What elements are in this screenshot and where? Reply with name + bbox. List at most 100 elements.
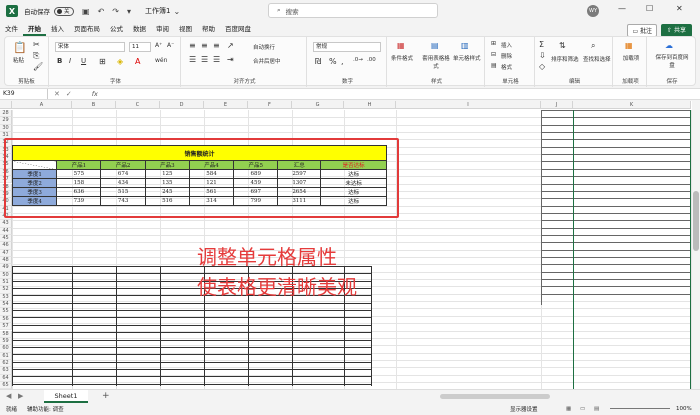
row-header[interactable]: 44 [0, 227, 12, 235]
accessibility-status[interactable]: 辅助功能: 调查 [27, 405, 64, 413]
phonetic-icon[interactable]: wén [155, 57, 167, 64]
avatar[interactable]: WY [587, 5, 599, 17]
page-layout-view-icon[interactable]: ▭ [580, 406, 585, 412]
horizontal-scrollbar[interactable] [440, 394, 550, 399]
row-header[interactable]: 50 [0, 271, 12, 280]
menu-help[interactable]: 帮助 [197, 22, 220, 36]
menu-view[interactable]: 视图 [174, 22, 197, 36]
row-header[interactable]: 53 [0, 293, 12, 302]
close-icon[interactable]: ✕ [676, 4, 683, 13]
row-header[interactable]: 30 [0, 124, 12, 133]
column-header[interactable]: G [292, 101, 344, 109]
font-name-select[interactable]: 宋体 [55, 42, 125, 52]
row-header[interactable]: 58 [0, 330, 12, 338]
baidu-cloud-icon[interactable]: ☁ [665, 41, 673, 50]
font-size-select[interactable]: 11 [129, 42, 151, 52]
wrap-text-button[interactable]: 自动换行 [253, 43, 275, 51]
title-chevron-icon[interactable]: ⌄ [173, 7, 180, 16]
vertical-scrollbar[interactable] [692, 101, 700, 389]
row-header[interactable]: 48 [0, 257, 12, 265]
row-header[interactable]: 63 [0, 367, 12, 375]
customize-quick-access-icon[interactable]: ▾ [127, 7, 131, 16]
align-right-icon[interactable]: ☰ [213, 55, 220, 64]
delete-cells-icon[interactable]: ⊟ [491, 51, 496, 58]
bold-button[interactable]: B [57, 57, 62, 65]
display-settings[interactable]: 显示器设置 [510, 405, 538, 413]
copy-icon[interactable]: ⎘ [33, 51, 39, 61]
row-header[interactable]: 60 [0, 345, 12, 353]
column-header[interactable]: F [248, 101, 292, 109]
format-as-table-button[interactable]: 套用表格格式 [421, 54, 451, 70]
sort-filter-icon[interactable]: ⇅ [559, 41, 566, 50]
align-center-icon[interactable]: ☰ [201, 55, 208, 64]
row-header[interactable]: 46 [0, 242, 12, 250]
decrease-decimal-icon[interactable]: .00 [367, 57, 376, 63]
row-header[interactable]: 47 [0, 249, 12, 257]
conditional-format-button[interactable]: 条件格式 [391, 54, 413, 62]
delete-cells-button[interactable]: 删除 [501, 52, 512, 60]
clear-icon[interactable]: ◇ [539, 62, 545, 71]
align-left-icon[interactable]: ☰ [189, 55, 196, 64]
align-middle-icon[interactable]: ≡ [201, 41, 208, 50]
minimize-icon[interactable]: — [618, 4, 626, 13]
name-box[interactable]: K39 [0, 89, 48, 99]
column-header[interactable]: J [541, 101, 573, 109]
undo-icon[interactable]: ↶ [98, 7, 105, 16]
paste-icon[interactable]: 📋 [13, 41, 27, 54]
cut-icon[interactable]: ✂ [33, 40, 40, 49]
column-header[interactable]: B [72, 101, 116, 109]
sort-filter-button[interactable]: 排序和筛选 [551, 55, 579, 63]
merge-center-button[interactable]: 合并后居中 [253, 57, 281, 65]
underline-button[interactable]: U [81, 57, 86, 65]
enter-icon[interactable]: ✓ [66, 90, 72, 98]
column-header[interactable]: H [344, 101, 396, 109]
border-icon[interactable]: ⊞ [99, 57, 106, 66]
formula-input[interactable] [104, 89, 700, 99]
maximize-icon[interactable]: ☐ [646, 4, 653, 13]
menu-page-layout[interactable]: 页面布局 [69, 22, 105, 36]
find-select-icon[interactable]: ⌕ [591, 41, 595, 51]
column-header[interactable]: E [204, 101, 248, 109]
grow-font-icon[interactable]: A⁺ [155, 42, 162, 49]
add-sheet-button[interactable]: + [102, 391, 110, 401]
format-cells-button[interactable]: 格式 [501, 63, 512, 71]
menu-baidu[interactable]: 百度网盘 [220, 22, 256, 36]
row-header[interactable]: 59 [0, 337, 12, 346]
row-header[interactable]: 56 [0, 315, 12, 324]
row-header[interactable]: 43 [0, 220, 12, 228]
cell-styles-button[interactable]: 单元格样式 [453, 54, 481, 62]
comma-button[interactable]: , [341, 57, 344, 66]
select-all-corner[interactable] [0, 101, 12, 109]
column-header[interactable]: A [12, 101, 72, 109]
column-header[interactable]: D [160, 101, 204, 109]
row-header[interactable]: 52 [0, 286, 12, 294]
menu-review[interactable]: 审阅 [151, 22, 174, 36]
next-sheet-icon[interactable]: ▶ [18, 392, 23, 400]
orientation-icon[interactable]: ↗ [227, 41, 234, 50]
italic-button[interactable]: I [69, 57, 71, 65]
scrollbar-thumb[interactable] [693, 191, 699, 251]
insert-cells-button[interactable]: 插入 [501, 41, 512, 49]
menu-formulas[interactable]: 公式 [105, 22, 128, 36]
worksheet-grid[interactable]: ABCDEFGHIJK 28 29 30 31 32 33 34 35 36 37 38 39 40 41… [0, 101, 692, 389]
cancel-icon[interactable]: ✕ [54, 90, 60, 98]
row-header[interactable]: 55 [0, 308, 12, 316]
autosum-icon[interactable]: Σ [539, 40, 544, 49]
fill-icon[interactable]: ⇩ [539, 51, 546, 60]
normal-view-icon[interactable]: ▦ [566, 406, 571, 412]
save-to-baidu-button[interactable]: 保存到百度网盘 [653, 53, 691, 69]
fill-color-icon[interactable]: ◈ [117, 57, 123, 66]
sheet-tab-sheet1[interactable]: Sheet1 [44, 390, 88, 403]
zoom-level[interactable]: 100% [676, 406, 692, 412]
column-header[interactable]: I [396, 101, 541, 109]
font-color-icon[interactable]: A [135, 57, 140, 66]
addins-button[interactable]: 加载项 [621, 54, 641, 62]
autosave-toggle[interactable]: 关 [54, 6, 74, 16]
menu-data[interactable]: 数据 [128, 22, 151, 36]
align-top-icon[interactable]: ≡ [189, 41, 196, 50]
insert-cells-icon[interactable]: ⊞ [491, 40, 496, 47]
row-header[interactable]: 57 [0, 323, 12, 331]
row-header[interactable]: 61 [0, 352, 12, 360]
column-header[interactable]: C [116, 101, 160, 109]
page-break-view-icon[interactable]: ▤ [594, 406, 599, 412]
